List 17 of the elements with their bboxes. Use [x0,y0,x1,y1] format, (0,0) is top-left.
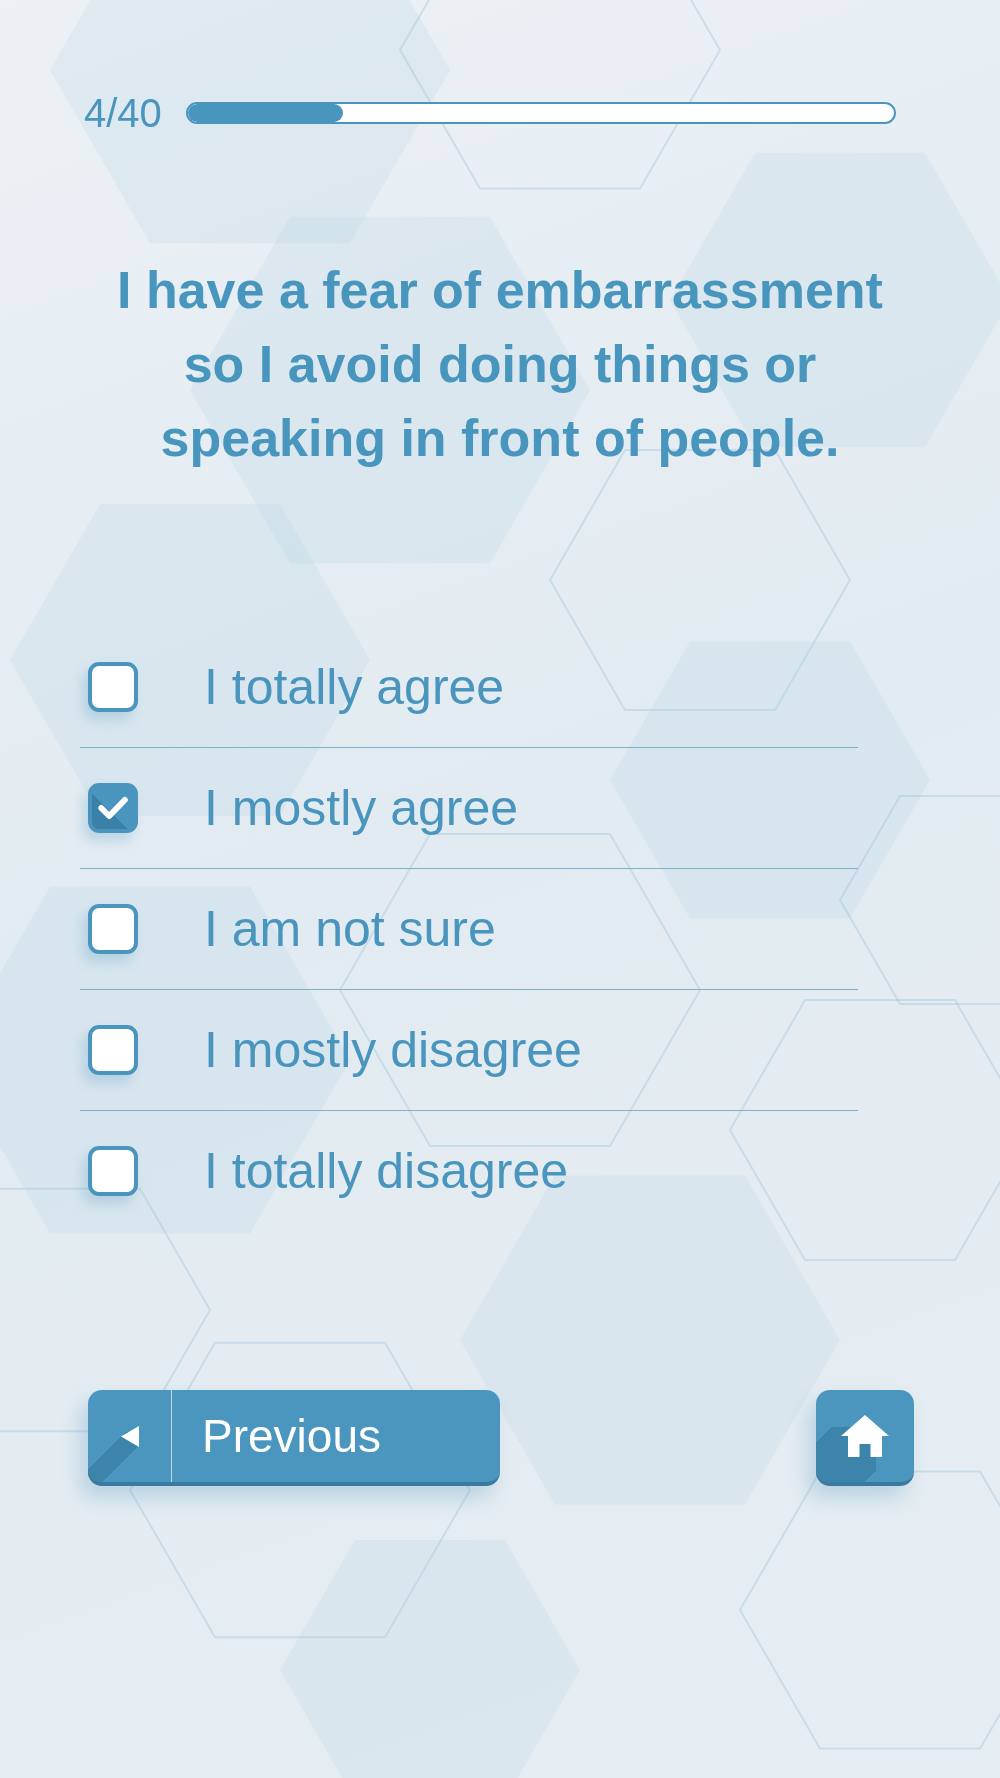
checkbox[interactable] [88,904,138,954]
checkbox[interactable] [88,1146,138,1196]
option-label: I am not sure [204,900,496,959]
option-label: I totally agree [204,658,505,717]
home-icon [841,1415,889,1457]
checkbox[interactable] [88,1025,138,1075]
option-label: I mostly agree [204,779,518,838]
option-label: I mostly disagree [204,1021,582,1080]
checkbox[interactable] [88,662,138,712]
home-button[interactable] [816,1390,914,1486]
caret-left-icon [120,1425,139,1447]
option-label: I totally disagree [204,1142,569,1201]
checkbox[interactable] [88,783,138,833]
question-text: I have a fear of embarrassment so I avoid doing things or speaking in front of people. [116,260,884,469]
checkmark-icon [98,796,128,820]
previous-button[interactable]: Previous [88,1390,500,1486]
question-counter: 4/40 [84,93,162,133]
